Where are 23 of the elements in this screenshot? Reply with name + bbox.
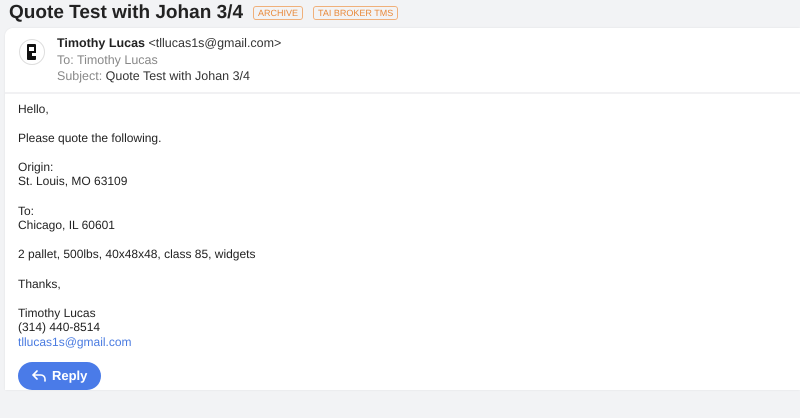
body-text: To: bbox=[18, 204, 34, 218]
body-text: Thanks, bbox=[18, 276, 61, 292]
tag: TAI BROKER TMS bbox=[313, 6, 398, 20]
subject-text: Quote Test with Johan 3/4 bbox=[106, 69, 250, 83]
body-text: (314) 440-8514 bbox=[18, 320, 100, 335]
body-text: St. Louis, MO 63109 bbox=[18, 174, 128, 190]
to-label: To: bbox=[57, 52, 74, 66]
reply-button[interactable]: Reply bbox=[18, 362, 102, 390]
reply-icon bbox=[32, 370, 46, 382]
body-text: 2 pallet, 500lbs, 40x48x48, class 85, widgets bbox=[18, 247, 256, 262]
email-link[interactable]: tllucas1s@gmail.com bbox=[18, 335, 132, 350]
recipient-name: Timothy Lucas bbox=[76, 52, 158, 66]
tag: ARCHIVE bbox=[253, 6, 304, 20]
email-title: Quote Test with Johan 3/4 bbox=[9, 2, 244, 24]
body-text: Origin: bbox=[18, 160, 54, 174]
body-text: Timothy Lucas bbox=[18, 306, 96, 320]
body-text: Hello, bbox=[18, 102, 49, 116]
subject-label: Subject: bbox=[57, 69, 102, 83]
body-text: Please quote the following. bbox=[18, 130, 162, 146]
sender-name: Timothy Lucas bbox=[57, 36, 145, 50]
sender-email: <tllucas1s@gmail.com> bbox=[148, 36, 282, 50]
avatar-icon bbox=[19, 39, 45, 65]
body-text: Chicago, IL 60601 bbox=[18, 218, 115, 233]
